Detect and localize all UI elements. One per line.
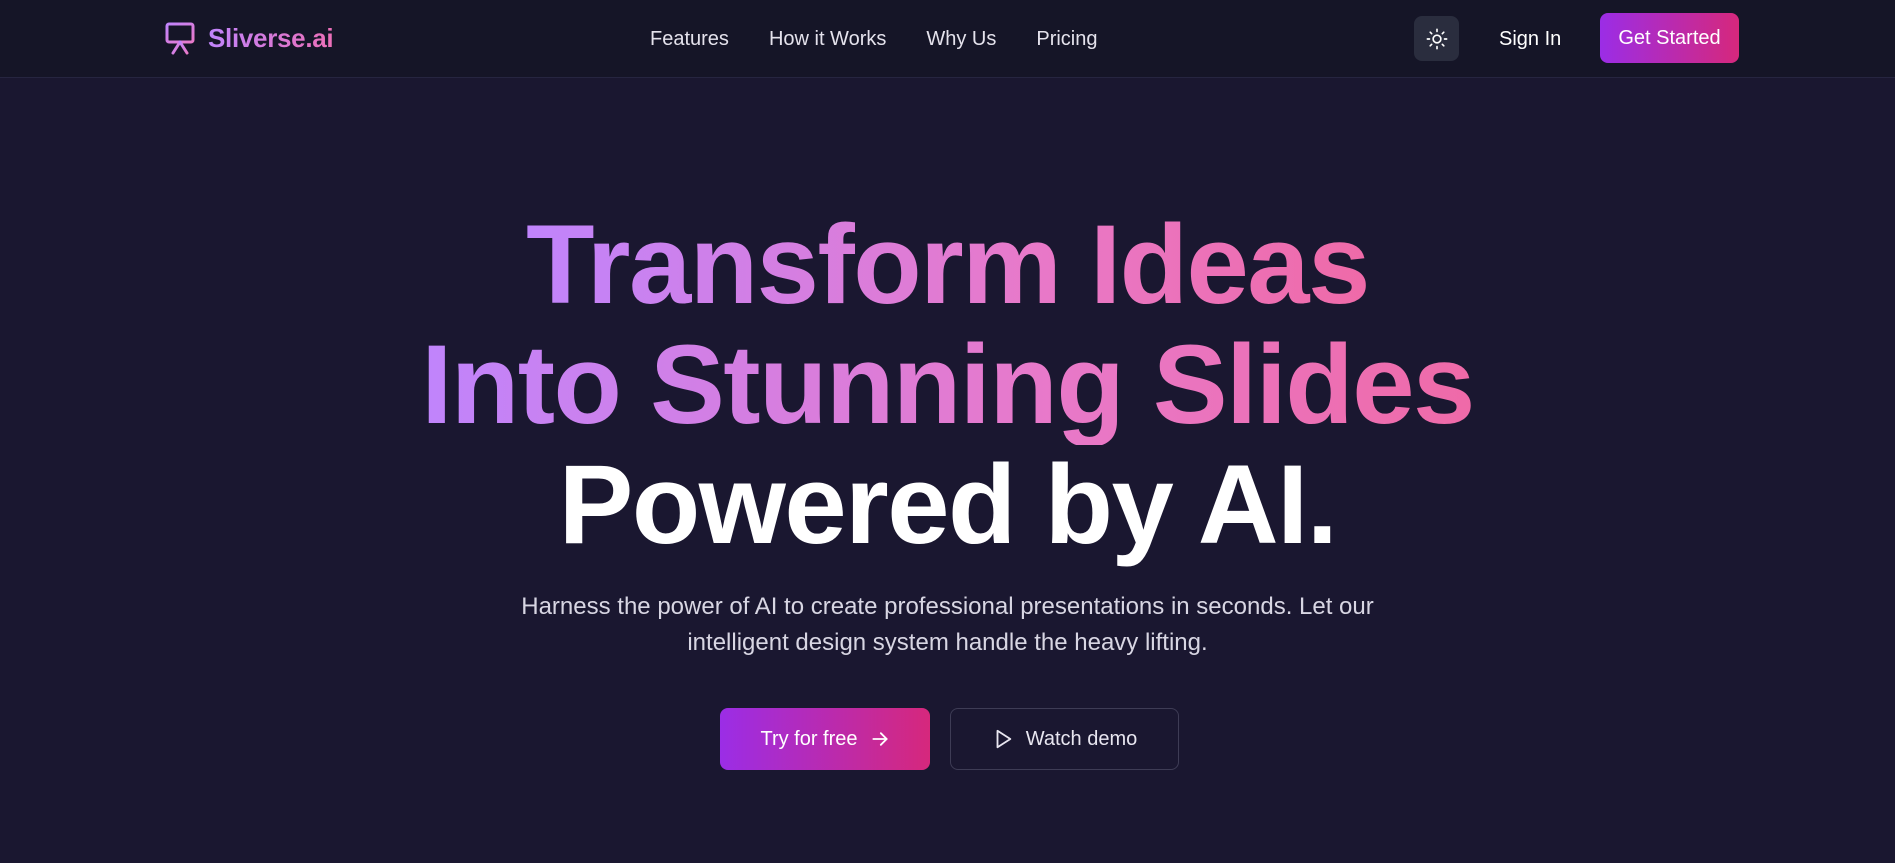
play-icon: [996, 729, 1011, 749]
hero-title-line-2: Into Stunning Slides: [421, 322, 1475, 447]
theme-toggle-button[interactable]: [1414, 16, 1459, 61]
nav-link-pricing[interactable]: Pricing: [1036, 28, 1097, 51]
try-for-free-label: Try for free: [760, 727, 858, 750]
nav-link-how-it-works[interactable]: How it Works: [769, 28, 886, 51]
sign-in-link[interactable]: Sign In: [1499, 22, 1561, 56]
arrow-right-icon: [871, 732, 888, 746]
presentation-icon: [162, 22, 198, 55]
hero-subtitle: Harness the power of AI to create profes…: [0, 589, 1895, 661]
cta-buttons: Try for free Watch demo: [720, 708, 1179, 770]
get-started-button[interactable]: Get Started: [1600, 13, 1739, 63]
hero-title: Transform Ideas Into Stunning Slides Pow…: [0, 205, 1895, 565]
watch-demo-button[interactable]: Watch demo: [950, 708, 1179, 770]
hero-subtitle-line-2: intelligent design system handle the hea…: [687, 629, 1208, 656]
main-nav: Features How it Works Why Us Pricing: [650, 22, 1098, 56]
nav-link-why-us[interactable]: Why Us: [926, 28, 996, 51]
nav-link-features[interactable]: Features: [650, 28, 729, 51]
logo-text: Sliverse.ai: [208, 22, 334, 53]
hero-title-line-3: Powered by AI.: [558, 442, 1338, 567]
top-navbar: Sliverse.ai Features How it Works Why Us…: [0, 0, 1895, 78]
sun-icon: [1426, 28, 1447, 49]
try-for-free-button[interactable]: Try for free: [720, 708, 930, 770]
hero-subtitle-line-1: Harness the power of AI to create profes…: [521, 593, 1374, 620]
hero-title-line-1: Transform Ideas: [526, 202, 1370, 327]
logo-link[interactable]: Sliverse.ai: [162, 20, 334, 56]
watch-demo-label: Watch demo: [1025, 727, 1138, 750]
